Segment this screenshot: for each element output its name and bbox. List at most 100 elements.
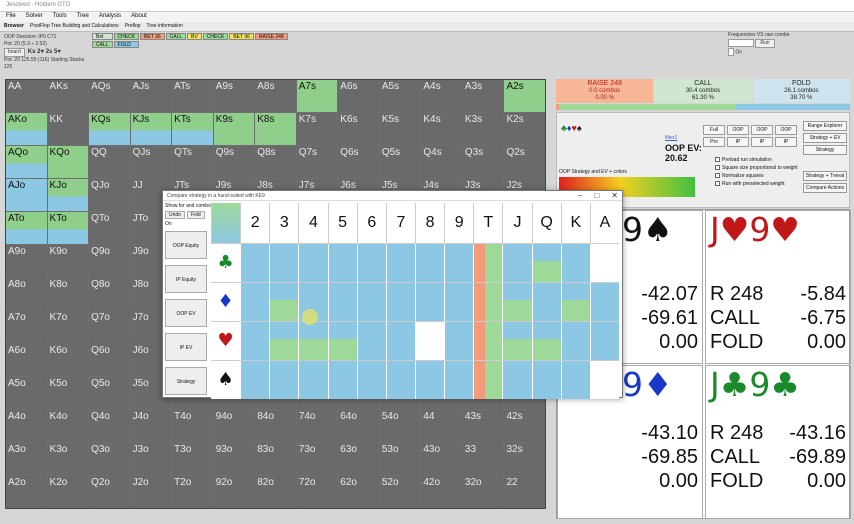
panel-button-1[interactable]: Strategy + EV (803, 133, 847, 143)
hand-cell[interactable]: K6s (338, 113, 379, 145)
menu-item-tools[interactable]: Tools (53, 13, 67, 21)
hand-cell[interactable]: 33 (462, 443, 504, 475)
action-node-6[interactable]: BET 96 (229, 33, 254, 40)
view-button-6[interactable]: IP (751, 137, 773, 147)
hand-cell[interactable]: Q2o (89, 476, 130, 508)
hand-cell[interactable]: Q7o (89, 311, 130, 343)
hand-cell[interactable]: Q6o (89, 344, 130, 376)
checkbox-icon[interactable] (715, 173, 720, 179)
hand-cell[interactable]: 52o (379, 476, 421, 508)
hand-cell[interactable]: Q8s (255, 146, 296, 178)
hand-cell[interactable]: K7o (47, 311, 89, 343)
matrix-cell[interactable] (414, 361, 445, 399)
maximize-icon[interactable]: □ (594, 191, 599, 200)
combo-input[interactable] (728, 39, 754, 47)
matrix-cell[interactable] (531, 361, 561, 399)
hand-cell[interactable]: ATo (6, 212, 47, 244)
hand-cell[interactable]: QJs (130, 146, 172, 178)
hand-cell[interactable]: QTs (172, 146, 213, 178)
matrix-cell[interactable] (385, 244, 415, 282)
hand-cell[interactable]: Q8o (89, 278, 130, 310)
matrix-cell[interactable] (269, 361, 299, 399)
action-node-2[interactable]: BET 36 (140, 33, 165, 40)
option-checkbox[interactable]: Square size proportional to weight (715, 165, 798, 172)
view-button-4[interactable]: Pro (703, 137, 725, 147)
hand-cell[interactable]: Q9o (89, 245, 130, 277)
action-summary-1[interactable]: CALL 30.4 combos 61.30 % (654, 79, 752, 103)
option-checkbox[interactable]: Run with preselected weight (715, 181, 785, 188)
hand-cell[interactable]: A6o (6, 344, 47, 376)
hand-cell[interactable]: K4o (47, 410, 89, 442)
view-button-7[interactable]: IP (775, 137, 797, 147)
matrix-cell[interactable] (531, 322, 561, 360)
hand-cell[interactable]: Q6s (338, 146, 379, 178)
panel-button-3[interactable]: Strategy + Treeat (803, 171, 847, 181)
close-icon[interactable]: ✕ (611, 191, 618, 200)
hand-cell[interactable]: K9o (47, 245, 89, 277)
matrix-cell[interactable] (531, 244, 561, 282)
matrix-cell[interactable] (414, 322, 445, 360)
hand-cell[interactable]: AJs (130, 80, 172, 112)
hand-cell[interactable]: 72o (296, 476, 338, 508)
hand-cell[interactable]: AQs (89, 80, 130, 112)
matrix-cell[interactable] (560, 283, 590, 321)
view-button-5[interactable]: IP (727, 137, 749, 147)
hand-cell[interactable]: 43s (462, 410, 504, 442)
matrix-cell[interactable] (327, 361, 357, 399)
hand-cell[interactable]: 74o (296, 410, 338, 442)
hand-cell[interactable]: Q4o (89, 410, 130, 442)
matrix-cell[interactable] (502, 322, 532, 360)
matrix-cell[interactable] (385, 322, 415, 360)
matrix-cell[interactable] (385, 361, 415, 399)
hand-cell[interactable]: QJo (89, 179, 130, 211)
action-node-1[interactable]: CHECK (113, 33, 140, 40)
hand-cell[interactable]: K5s (379, 113, 421, 145)
on-checkbox[interactable] (728, 48, 734, 57)
panel-button-4[interactable]: Compare Actions (803, 183, 847, 193)
tab-0[interactable]: Browser (4, 23, 24, 30)
hand-cell[interactable]: K3s (462, 113, 504, 145)
hand-cell[interactable]: 63o (338, 443, 379, 475)
hand-cell[interactable]: 93o (213, 443, 255, 475)
tab-2[interactable]: Preflop (125, 23, 141, 30)
hand-cell[interactable]: K2o (47, 476, 89, 508)
matrix-cell[interactable] (444, 361, 474, 399)
checkbox-icon[interactable] (715, 165, 720, 171)
hand-cell[interactable]: A7s (296, 80, 338, 112)
matrix-cell[interactable] (473, 361, 503, 399)
hand-cell[interactable]: Q7s (296, 146, 338, 178)
hand-cell[interactable]: KJs (130, 113, 172, 145)
view-button-0[interactable]: Full (703, 125, 725, 135)
hand-cell[interactable]: 22 (504, 476, 545, 508)
checkbox-icon[interactable] (715, 181, 720, 187)
matrix-cell[interactable] (298, 244, 328, 282)
matrix-cell[interactable] (473, 322, 503, 360)
hand-cell[interactable]: 64o (338, 410, 379, 442)
hand-cell[interactable]: 42s (504, 410, 545, 442)
hand-cell[interactable]: A3s (462, 80, 504, 112)
action-summary-0[interactable]: RAISE 248 0.0 combos 0.00 % (556, 79, 654, 103)
tab-1[interactable]: PostFlop Tree Building and Calculations (30, 23, 119, 30)
hand-cell[interactable]: 42o (421, 476, 462, 508)
matrix-cell[interactable] (356, 361, 386, 399)
matrix-cell[interactable] (240, 244, 270, 282)
hand-cell[interactable]: A2s (504, 80, 545, 112)
hand-cell[interactable]: KQo (47, 146, 89, 178)
hand-cell[interactable]: KJo (47, 179, 89, 211)
hand-cell[interactable]: A5o (6, 377, 47, 409)
hand-cell[interactable]: A9s (213, 80, 255, 112)
undo-button[interactable]: Undo (165, 211, 185, 219)
matrix-cell[interactable] (589, 361, 619, 399)
matrix-cell[interactable] (356, 244, 386, 282)
hand-cell[interactable]: T2o (172, 476, 213, 508)
option-checkbox[interactable]: Preload run simulation (715, 157, 772, 164)
hand-cell[interactable]: J4o (130, 410, 172, 442)
hand-cell[interactable]: A7o (6, 311, 47, 343)
hand-cell[interactable]: A6s (338, 80, 379, 112)
option-checkbox[interactable]: Normalize squares (715, 173, 764, 180)
matrix-cell[interactable] (444, 244, 474, 282)
matrix-cell[interactable] (473, 283, 503, 321)
hand-cell[interactable]: J3o (130, 443, 172, 475)
dialog-ip-ev-button[interactable]: IP EV (165, 333, 207, 361)
hand-cell[interactable]: 54o (379, 410, 421, 442)
